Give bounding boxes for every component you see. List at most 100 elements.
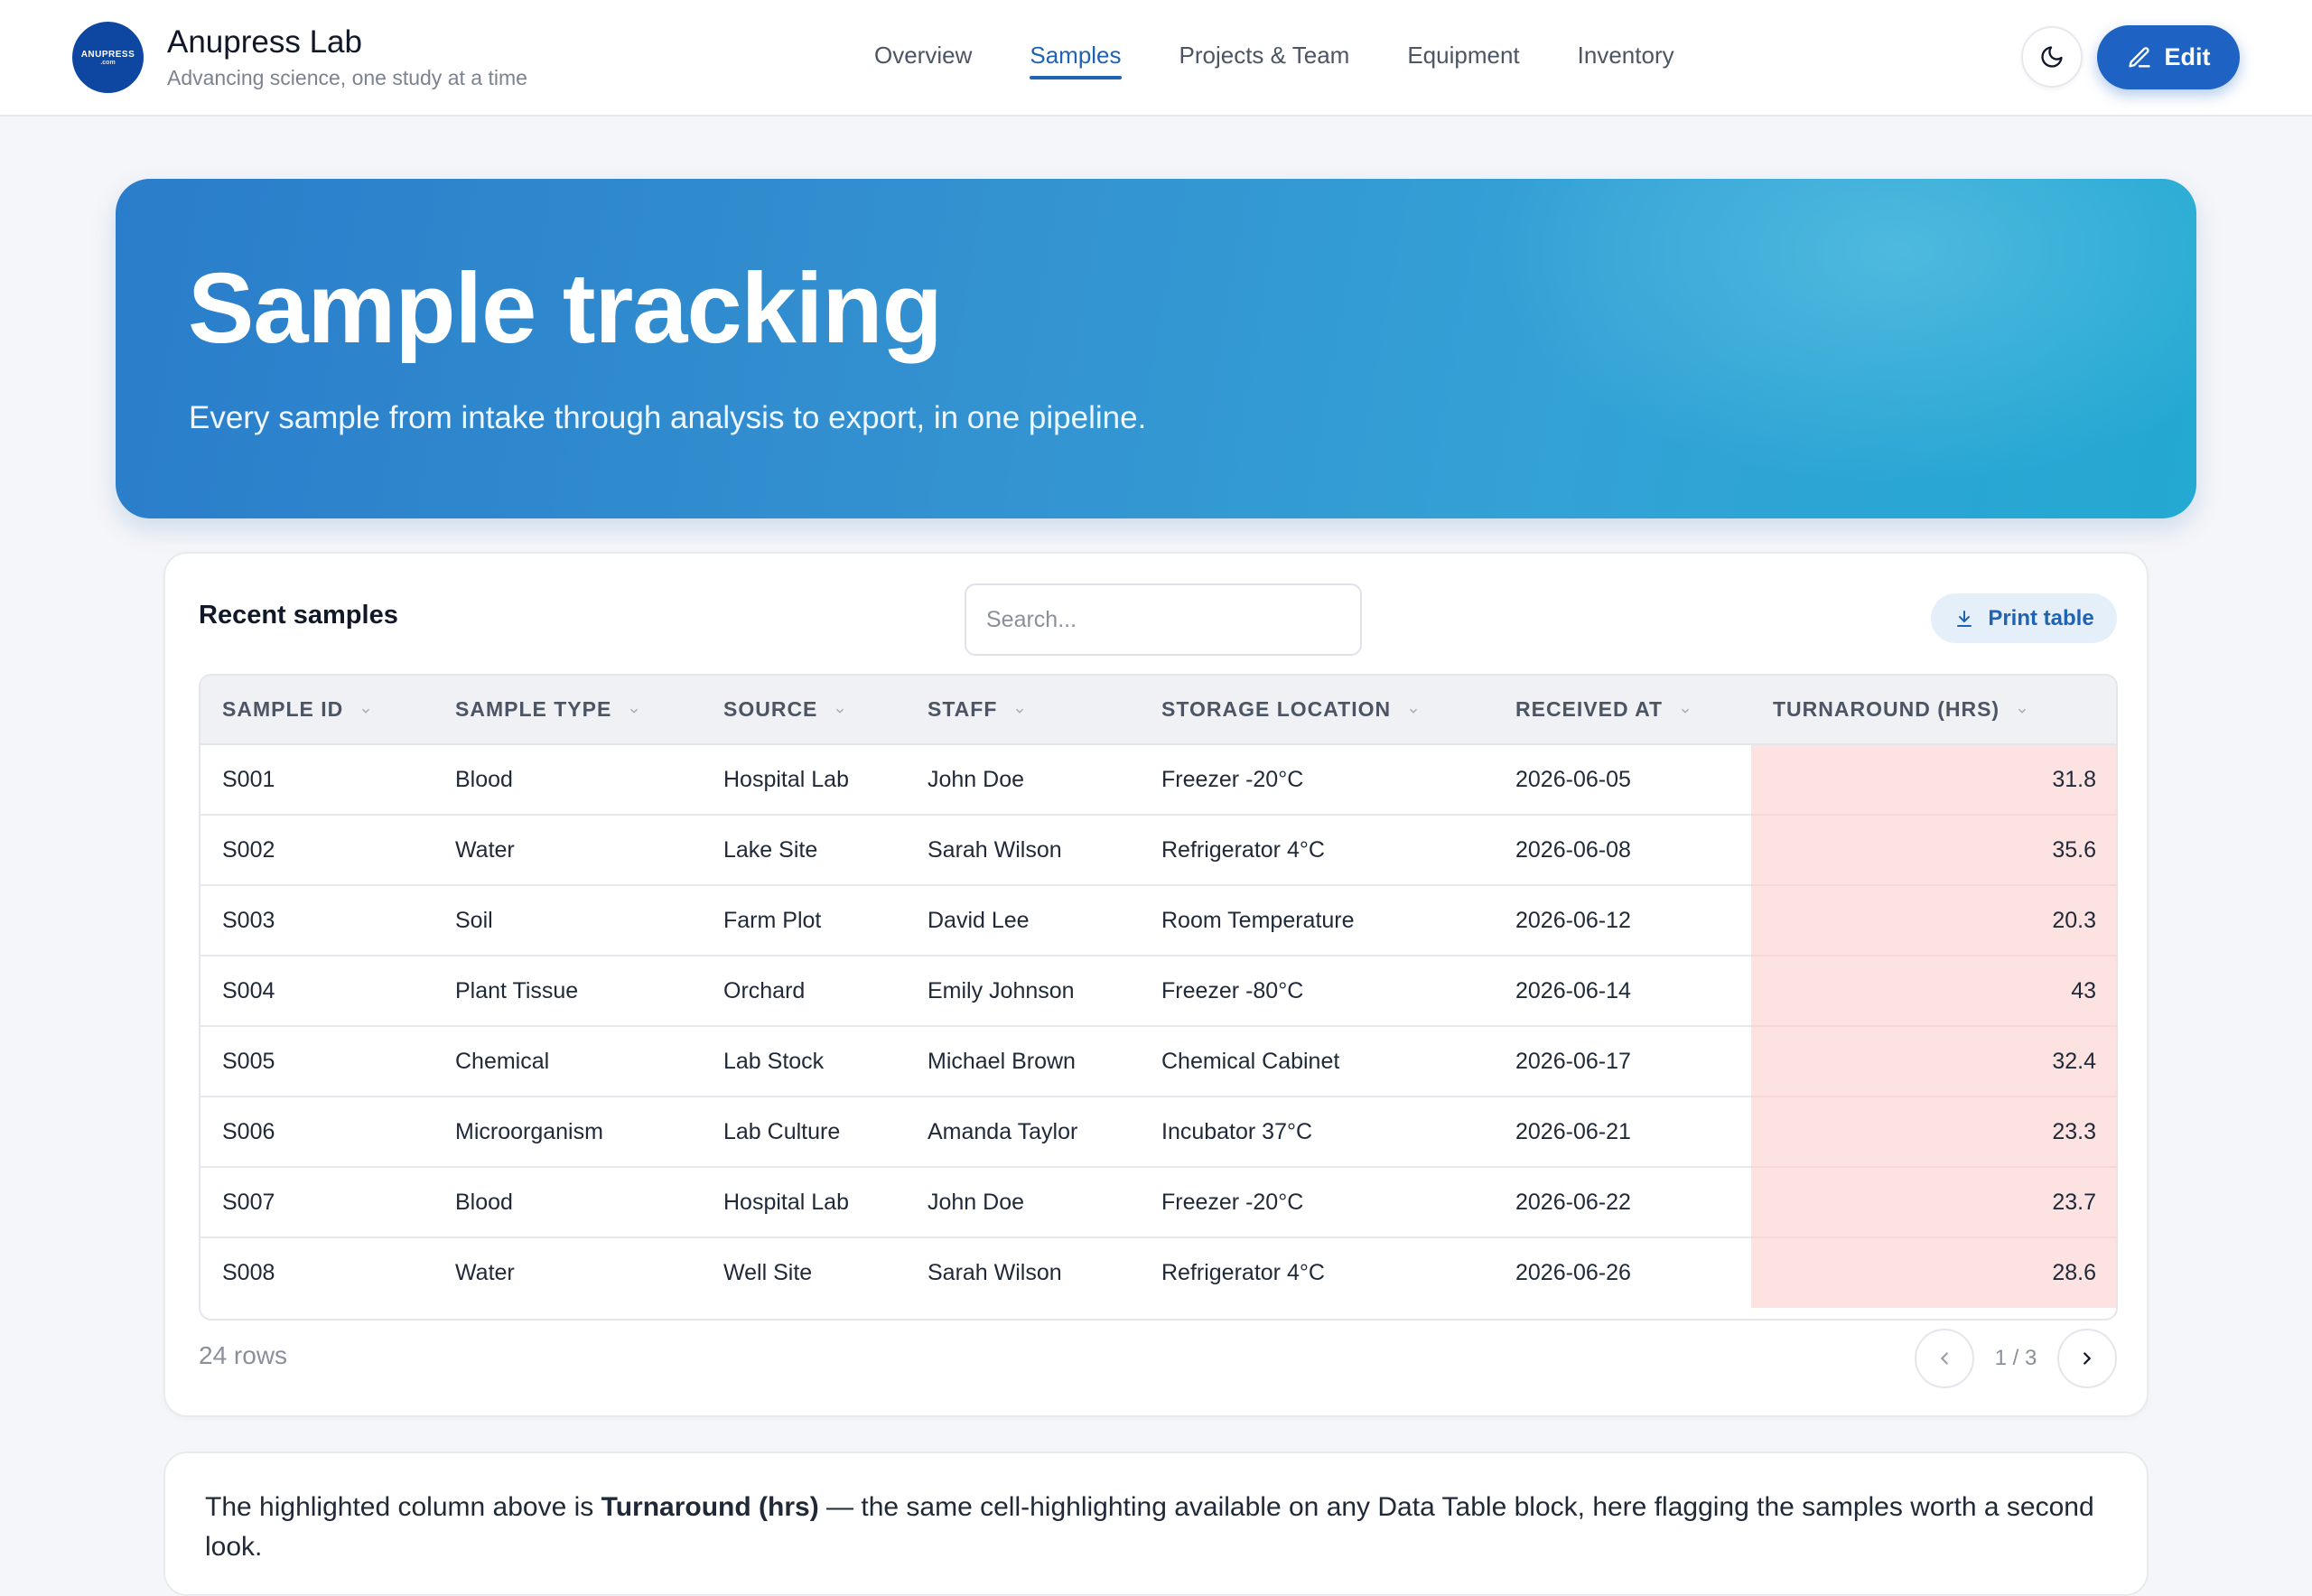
note-highlight: Turnaround (hrs): [601, 1492, 819, 1522]
chevron-left-icon: [1941, 1352, 1948, 1365]
cell-storage-location: Incubator 37°C: [1140, 1097, 1494, 1168]
cell-received-at: 2026-06-08: [1494, 815, 1751, 886]
column-header-label: RECEIVED AT: [1515, 697, 1664, 721]
column-header-label: STAFF: [928, 697, 998, 721]
edit-button[interactable]: Edit: [2097, 25, 2240, 89]
cell-sample-type: Soil: [434, 885, 702, 957]
chevron-down-icon: [836, 708, 844, 714]
cell-received-at: 2026-06-21: [1494, 1097, 1751, 1168]
cell-sample-id: S003: [200, 885, 434, 957]
cell-source: Lab Culture: [702, 1097, 906, 1168]
logo-subtext: .com: [100, 59, 116, 66]
table-row[interactable]: S007 Blood Hospital Lab John Doe Freezer…: [200, 1167, 2116, 1238]
cell-sample-type: Water: [455, 1260, 515, 1285]
cell-source: Well Site: [723, 1260, 813, 1285]
cell-staff: Sarah Wilson: [928, 1260, 1062, 1285]
nav-equipment[interactable]: Equipment: [1407, 40, 1519, 79]
cell-staff: Michael Brown: [906, 1026, 1140, 1097]
brand[interactable]: ANUPRESS .com Anupress Lab Advancing sci…: [72, 22, 527, 93]
hero-title: Sample tracking: [188, 253, 943, 364]
column-header-sample-id[interactable]: SAMPLE ID: [200, 676, 434, 745]
cell-sample-id: S002: [200, 815, 434, 886]
cell-turnaround: 43: [1751, 956, 2116, 1027]
cell-sample-id: S006: [200, 1097, 434, 1168]
cell-storage-location: Room Temperature: [1140, 885, 1494, 957]
theme-toggle-button[interactable]: [2021, 26, 2083, 88]
column-header-label: TURNAROUND (HRS): [1773, 697, 2000, 721]
cell-received-at: 2026-06-12: [1494, 885, 1751, 957]
cell-staff: John Doe: [906, 744, 1140, 816]
nav-projects-team[interactable]: Projects & Team: [1179, 40, 1350, 79]
nav-overview[interactable]: Overview: [874, 40, 972, 79]
cell-received-at: 2026-06-22: [1494, 1167, 1751, 1238]
cell-sample-id: S005: [200, 1026, 434, 1097]
cell-source: Hospital Lab: [702, 744, 906, 816]
cell-sample-id: S007: [200, 1167, 434, 1238]
cell-sample-type: Chemical: [434, 1026, 702, 1097]
cell-sample-type: Blood: [434, 1167, 702, 1238]
column-header-label: SAMPLE ID: [222, 697, 344, 721]
table-body: S001 Blood Hospital Lab John Doe Freezer…: [200, 744, 2116, 1308]
table-row[interactable]: S003 Soil Farm Plot David Lee Room Tempe…: [200, 885, 2116, 957]
cell-storage-location: Freezer -20°C: [1140, 744, 1494, 816]
column-header-sample-type[interactable]: SAMPLE TYPE: [434, 676, 702, 745]
next-page-button[interactable]: [2057, 1329, 2117, 1388]
table-row[interactable]: S001 Blood Hospital Lab John Doe Freezer…: [200, 744, 2116, 816]
samples-table-card: Recent samples Print table SAMPLE ID SAM…: [163, 552, 2149, 1417]
info-note-text: The highlighted column above is Turnarou…: [205, 1488, 2111, 1567]
cell-sample-id: S004: [200, 956, 434, 1027]
chevron-down-icon: [2018, 708, 2027, 714]
cell-source: Lake Site: [702, 815, 906, 886]
cell-source: Lab Stock: [702, 1026, 906, 1097]
print-table-button[interactable]: Print table: [1931, 593, 2117, 643]
previous-page-button[interactable]: [1915, 1329, 1974, 1388]
brand-text: Anupress Lab Advancing science, one stud…: [167, 23, 527, 92]
cell-sample-id: S008: [222, 1260, 275, 1285]
row-count: 24 rows: [199, 1341, 288, 1369]
chevron-down-icon: [1682, 708, 1690, 714]
cell-sample-type: Microorganism: [434, 1097, 702, 1168]
top-navigation-bar: ANUPRESS .com Anupress Lab Advancing sci…: [0, 0, 2312, 117]
cell-storage-location: Freezer -80°C: [1140, 956, 1494, 1027]
download-icon: [1957, 610, 1972, 627]
cell-turnaround: 23.7: [1751, 1167, 2116, 1238]
brand-name: Anupress Lab: [167, 23, 362, 60]
table-row[interactable]: S002 Water Lake Site Sarah Wilson Refrig…: [200, 815, 2116, 886]
column-header-source[interactable]: SOURCE: [702, 676, 906, 745]
brand-logo[interactable]: ANUPRESS .com: [72, 22, 144, 93]
info-note-card: The highlighted column above is Turnarou…: [163, 1451, 2149, 1596]
cell-source: Farm Plot: [702, 885, 906, 957]
cell-sample-type: Blood: [434, 744, 702, 816]
column-header-storage-location[interactable]: STORAGE LOCATION: [1140, 676, 1494, 745]
logo-text: ANUPRESS: [80, 49, 135, 60]
table-row[interactable]: S005 Chemical Lab Stock Michael Brown Ch…: [200, 1026, 2116, 1097]
column-header-received-at[interactable]: RECEIVED AT: [1494, 676, 1751, 745]
nav-samples[interactable]: Samples: [1030, 40, 1122, 79]
table-title: Recent samples: [199, 601, 398, 630]
cell-sample-type: Plant Tissue: [434, 956, 702, 1027]
cell-storage-location: Refrigerator 4°C: [1140, 815, 1494, 886]
cell-turnaround: 35.6: [1751, 815, 2116, 886]
table-row[interactable]: S004 Plant Tissue Orchard Emily Johnson …: [200, 956, 2116, 1027]
cell-storage-location: Chemical Cabinet: [1140, 1026, 1494, 1097]
cell-turnaround: 28.6: [1751, 1237, 2116, 1308]
chevron-right-icon: [2084, 1352, 2091, 1365]
table-row[interactable]: S006 Microorganism Lab Culture Amanda Ta…: [200, 1097, 2116, 1168]
moon-icon: [2041, 46, 2063, 68]
cell-turnaround: 23.3: [1751, 1097, 2116, 1168]
cell-received-at: 2026-06-14: [1494, 956, 1751, 1027]
column-header-staff[interactable]: STAFF: [906, 676, 1140, 745]
cell-staff: David Lee: [906, 885, 1140, 957]
hero-banner: Sample tracking Every sample from intake…: [116, 179, 2196, 518]
column-header-turnaround[interactable]: TURNAROUND (HRS): [1751, 676, 2116, 745]
nav-inventory[interactable]: Inventory: [1578, 40, 1674, 79]
cell-source: Hospital Lab: [702, 1167, 906, 1238]
cell-turnaround: 31.8: [1751, 744, 2116, 816]
column-header-label: STORAGE LOCATION: [1161, 697, 1392, 721]
table-row[interactable]: S008 Water Well Site Sarah Wilson Refrig…: [200, 1237, 2116, 1308]
cell-storage-location: Freezer -20°C: [1140, 1167, 1494, 1238]
data-table: SAMPLE ID SAMPLE TYPE SOURCE STAFF STORA…: [199, 674, 2118, 1321]
search-input[interactable]: [965, 583, 1362, 656]
cell-received-at: 2026-06-26: [1515, 1260, 1631, 1285]
cell-staff: Emily Johnson: [906, 956, 1140, 1027]
